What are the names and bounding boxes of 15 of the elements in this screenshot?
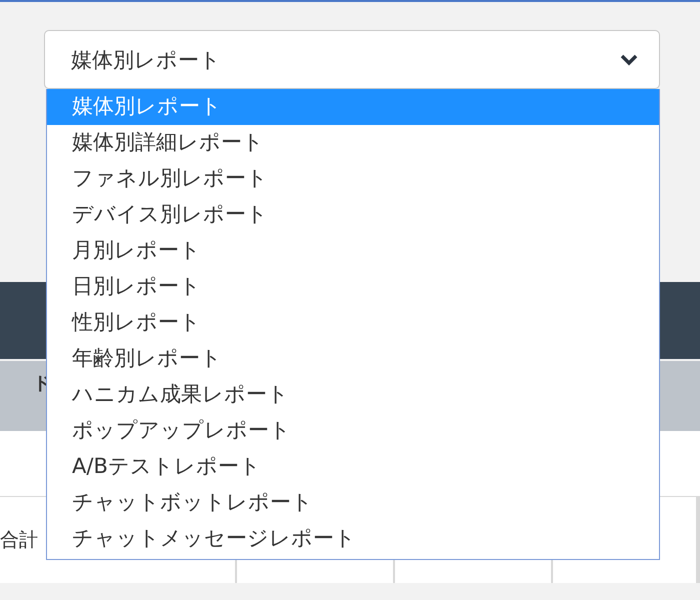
dropdown-option[interactable]: チャットメッセージレポート — [47, 521, 659, 557]
dropdown-option[interactable]: ポップアップレポート — [47, 413, 659, 449]
total-label: 合計 — [0, 528, 38, 553]
dropdown-option[interactable]: 月別レポート — [47, 233, 659, 269]
dropdown-option[interactable]: ハニカム成果レポート — [47, 377, 659, 413]
chevron-down-icon — [619, 52, 639, 66]
dropdown-option[interactable]: デバイス別レポート — [47, 197, 659, 233]
dropdown-option[interactable]: 媒体別詳細レポート — [47, 125, 659, 161]
report-select[interactable]: 媒体別レポート — [44, 30, 660, 89]
dropdown-option[interactable]: A/Bテストレポート — [47, 449, 659, 485]
dropdown-option[interactable]: チャットボットレポート — [47, 485, 659, 521]
dropdown-option[interactable]: 性別レポート — [47, 305, 659, 341]
dropdown-option[interactable]: ファネル別レポート — [47, 161, 659, 197]
dropdown-option[interactable]: 日別レポート — [47, 269, 659, 305]
dropdown-option[interactable]: 年齢別レポート — [47, 341, 659, 377]
